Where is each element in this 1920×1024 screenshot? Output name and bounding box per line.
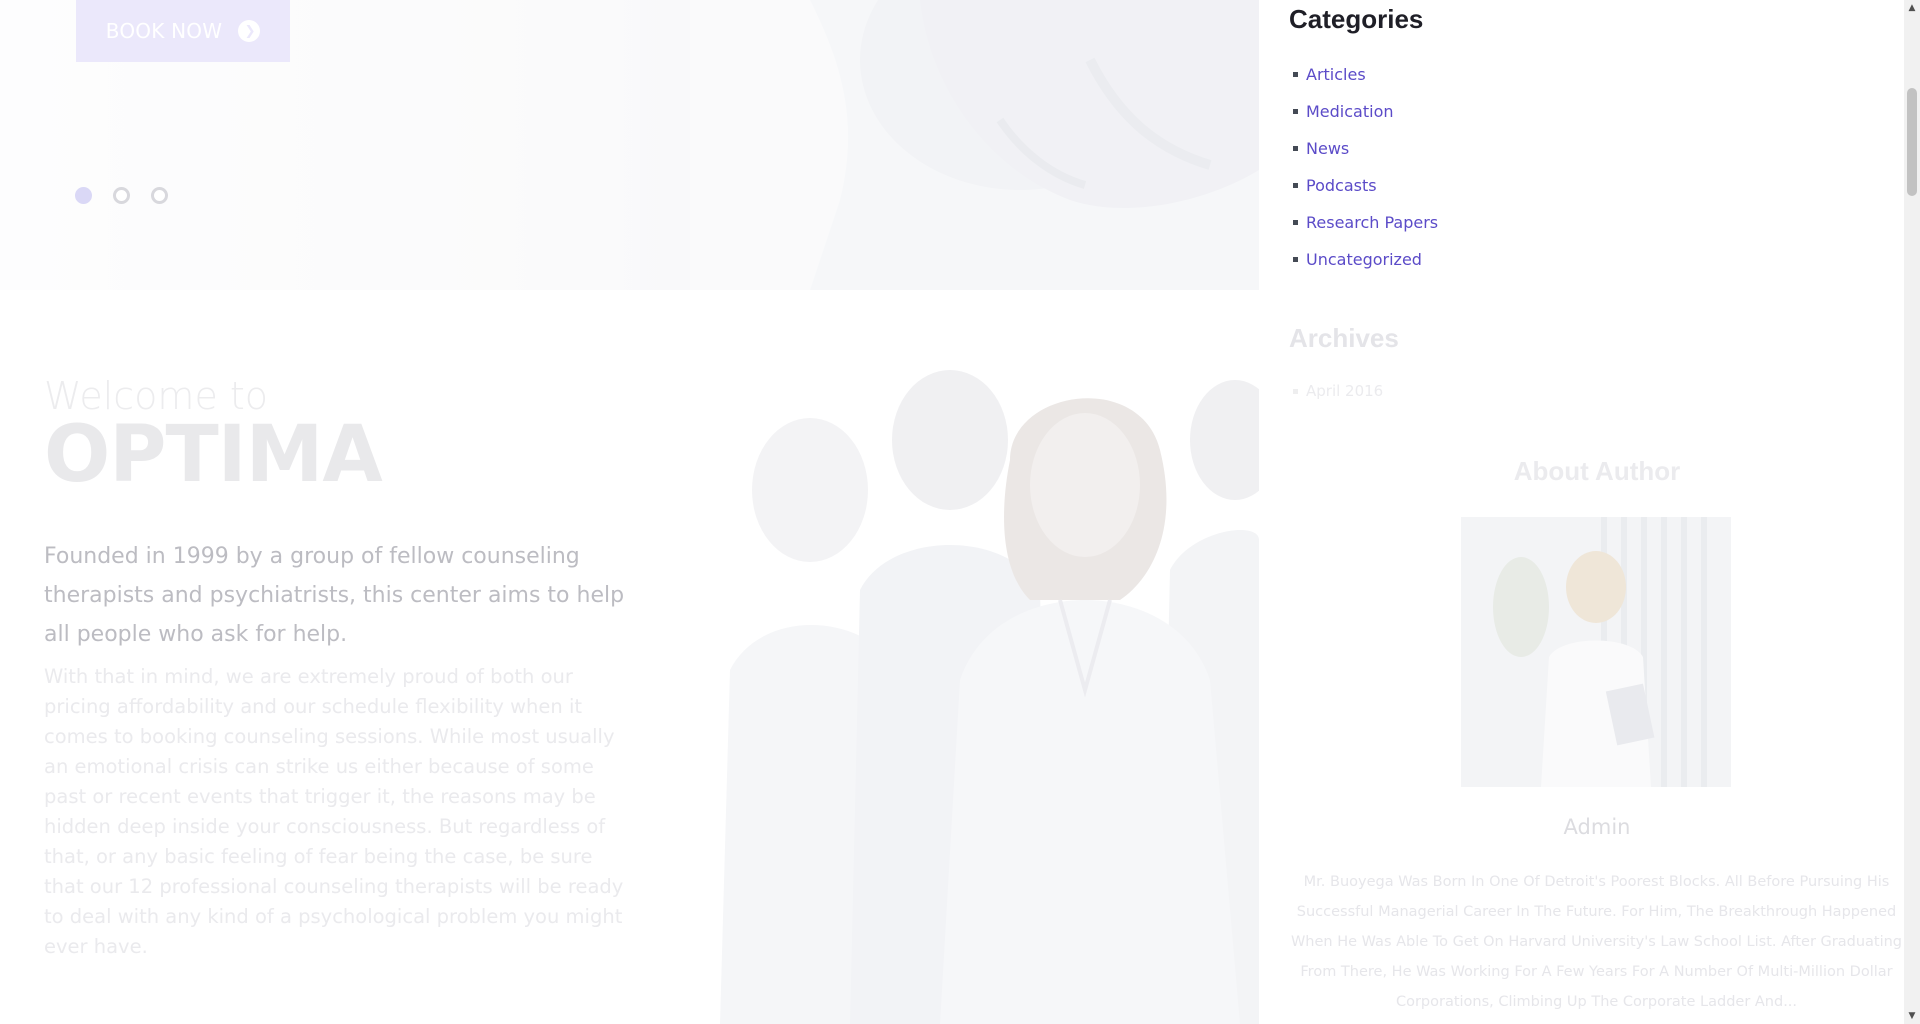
archives-list: April 2016 [1293,378,1383,404]
slider-dot-1[interactable] [75,187,92,204]
welcome-heading: Welcome to OPTIMA [44,372,624,496]
square-bullet-icon [1293,72,1298,77]
welcome-body: With that in mind, we are extremely prou… [44,665,624,958]
slider-pagination [75,187,168,204]
book-now-label: BOOK NOW [105,19,223,43]
arrow-right-circle-icon: ❯ [238,20,261,42]
square-bullet-icon [1293,388,1298,394]
category-item: Medication [1293,93,1438,130]
slider-dot-3[interactable] [151,187,168,204]
category-item: Uncategorized [1293,241,1438,278]
archives-title: Archives [1289,323,1399,353]
author-name[interactable]: Admin [1259,815,1920,839]
main-content: BOOK NOW ❯ Welcome to OPTIMA Founded in … [0,0,1259,1024]
category-item: Research Papers [1293,204,1438,241]
square-bullet-icon [1293,146,1298,151]
archive-link-april-2016[interactable]: April 2016 [1306,382,1383,400]
page-scrollbar[interactable]: ▲ ▼ [1904,0,1920,1024]
square-bullet-icon [1293,220,1298,225]
category-item: News [1293,130,1438,167]
scrollbar-thumb[interactable] [1907,88,1917,196]
welcome-lead: Founded in 1999 by a group of fellow cou… [44,544,625,647]
square-bullet-icon [1293,109,1298,114]
category-item: Podcasts [1293,167,1438,204]
hero-slider: BOOK NOW ❯ [0,0,1259,290]
triangle-down-icon[interactable]: ▼ [1904,1008,1920,1024]
square-bullet-icon [1293,257,1298,262]
square-bullet-icon [1293,183,1298,188]
category-link-articles[interactable]: Articles [1306,65,1366,84]
category-link-research-papers[interactable]: Research Papers [1306,213,1438,232]
category-link-uncategorized[interactable]: Uncategorized [1306,250,1422,269]
sidebar: Categories Articles Medication News Podc… [1259,0,1904,1024]
archive-item: April 2016 [1293,378,1383,404]
category-link-news[interactable]: News [1306,139,1349,158]
author-bio: Mr. Buoyega Was Born In One Of Detroit's… [1290,874,1903,1010]
category-link-medication[interactable]: Medication [1306,102,1394,121]
author-photo [1461,517,1731,787]
slider-dot-2[interactable] [113,187,130,204]
category-item: Articles [1293,56,1438,93]
categories-list: Articles Medication News Podcasts Resear… [1293,56,1438,278]
category-link-podcasts[interactable]: Podcasts [1306,176,1377,195]
team-photo [680,370,1259,1024]
categories-title: Categories [1289,4,1424,34]
triangle-up-icon[interactable]: ▲ [1904,0,1920,16]
about-author-title: About Author [1513,456,1681,486]
welcome-title: OPTIMA [44,410,383,500]
book-now-button[interactable]: BOOK NOW ❯ [76,0,290,62]
